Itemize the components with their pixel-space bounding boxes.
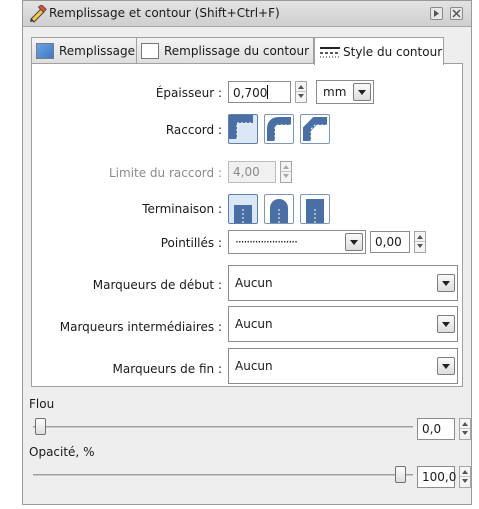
dash-offset-value: 0,00 (375, 235, 402, 249)
increment-arrow-icon[interactable] (460, 419, 470, 429)
fill-swatch-icon (36, 42, 54, 59)
miter-limit-label: Limite du raccord : (108, 166, 222, 180)
join-bevel-button[interactable] (300, 114, 330, 144)
chevron-down-icon[interactable] (353, 83, 371, 101)
round-cap-icon (270, 199, 288, 223)
round-join-icon (267, 117, 291, 141)
window-title: Remplissage et contour (Shift+Ctrl+F) (49, 6, 280, 20)
dash-offset-input[interactable]: 0,00 (370, 231, 410, 253)
stroke-swatch-icon (141, 42, 159, 59)
join-label: Raccord : (165, 123, 222, 137)
blur-label: Flou (29, 397, 55, 411)
stroke-style-panel: Épaisseur : 0,700 mm Raccord : Limite du… (31, 63, 463, 387)
width-value: 0,700 (233, 86, 268, 100)
increment-arrow-icon[interactable] (296, 82, 306, 92)
opacity-input[interactable]: 100,0 (417, 466, 457, 488)
decrement-arrow-icon[interactable] (415, 242, 425, 252)
mid-markers-value: Aucun (235, 317, 273, 331)
width-spinner[interactable] (295, 81, 307, 103)
dash-offset-spinner[interactable] (414, 231, 426, 253)
opacity-spinner[interactable] (459, 466, 471, 488)
dash-pattern-select[interactable]: ······················ (228, 230, 366, 254)
tab-bar: Remplissage Remplissage du contour Style… (23, 37, 471, 65)
title-bar[interactable]: Remplissage et contour (Shift+Ctrl+F) (23, 1, 471, 27)
end-markers-label: Marqueurs de fin : (112, 362, 222, 376)
chevron-down-icon[interactable] (345, 233, 363, 251)
close-icon (452, 9, 461, 18)
close-button[interactable] (450, 7, 463, 20)
text-caret (267, 85, 269, 99)
miter-limit-spinner (280, 161, 292, 183)
blur-value: 0,0 (422, 422, 442, 436)
chevron-down-icon[interactable] (437, 357, 455, 375)
butt-cap-icon (234, 205, 252, 223)
fill-stroke-dialog: Remplissage et contour (Shift+Ctrl+F) Re… (22, 0, 472, 505)
start-markers-label: Marqueurs de début : (92, 278, 222, 292)
dock-button[interactable] (430, 7, 443, 20)
decrement-arrow-icon[interactable] (460, 477, 470, 487)
dock-icon (434, 10, 439, 17)
square-cap-icon (306, 199, 324, 223)
cap-round-button[interactable] (264, 194, 294, 224)
cap-butt-button[interactable] (228, 194, 258, 224)
cap-label: Terminaison : (142, 202, 222, 216)
decrement-arrow-icon[interactable] (296, 92, 306, 102)
miter-join-icon (229, 115, 253, 139)
opacity-value: 100,0 (422, 470, 457, 484)
opacity-slider-thumb[interactable] (395, 466, 406, 483)
join-miter-button[interactable] (228, 114, 258, 144)
blur-slider-track[interactable] (33, 426, 413, 428)
opacity-slider-track[interactable] (33, 474, 413, 476)
opacity-label: Opacité, % (29, 445, 95, 459)
fill-stroke-icon (30, 5, 47, 23)
width-label: Épaisseur : (155, 86, 222, 100)
blur-spinner[interactable] (459, 418, 471, 440)
tab-label: Remplissage du contour (164, 43, 309, 58)
tab-stroke-style[interactable]: Style du contour (314, 37, 444, 65)
miter-limit-value: 4,00 (233, 165, 260, 179)
dash-pattern-value: ······················ (235, 235, 298, 249)
blur-input[interactable]: 0,0 (417, 418, 455, 440)
decrement-arrow-icon (281, 172, 291, 182)
start-markers-select[interactable]: Aucun (228, 265, 458, 301)
tab-label: Style du contour (343, 44, 443, 59)
end-markers-value: Aucun (235, 359, 273, 373)
increment-arrow-icon (281, 162, 291, 172)
mid-markers-select[interactable]: Aucun (228, 306, 458, 342)
chevron-down-icon[interactable] (437, 315, 455, 333)
tab-label: Remplissage (59, 43, 136, 58)
miter-limit-input: 4,00 (228, 161, 276, 183)
tab-fill[interactable]: Remplissage (31, 37, 137, 63)
decrement-arrow-icon[interactable] (460, 429, 470, 439)
end-markers-select[interactable]: Aucun (228, 348, 458, 384)
blur-slider-thumb[interactable] (35, 418, 46, 435)
unit-value: mm (323, 85, 347, 99)
start-markers-value: Aucun (235, 276, 273, 290)
mid-markers-label: Marqueurs intermédiaires : (59, 320, 222, 334)
increment-arrow-icon[interactable] (460, 467, 470, 477)
cap-square-button[interactable] (300, 194, 330, 224)
width-input[interactable]: 0,700 (228, 81, 291, 103)
chevron-down-icon[interactable] (437, 274, 455, 292)
increment-arrow-icon[interactable] (415, 232, 425, 242)
join-round-button[interactable] (264, 114, 294, 144)
stroke-style-icon (320, 46, 340, 57)
tab-stroke-paint[interactable]: Remplissage du contour (136, 37, 314, 63)
unit-select[interactable]: mm (316, 80, 374, 104)
bevel-join-icon (303, 117, 327, 141)
dashes-label: Pointillés : (160, 236, 222, 250)
